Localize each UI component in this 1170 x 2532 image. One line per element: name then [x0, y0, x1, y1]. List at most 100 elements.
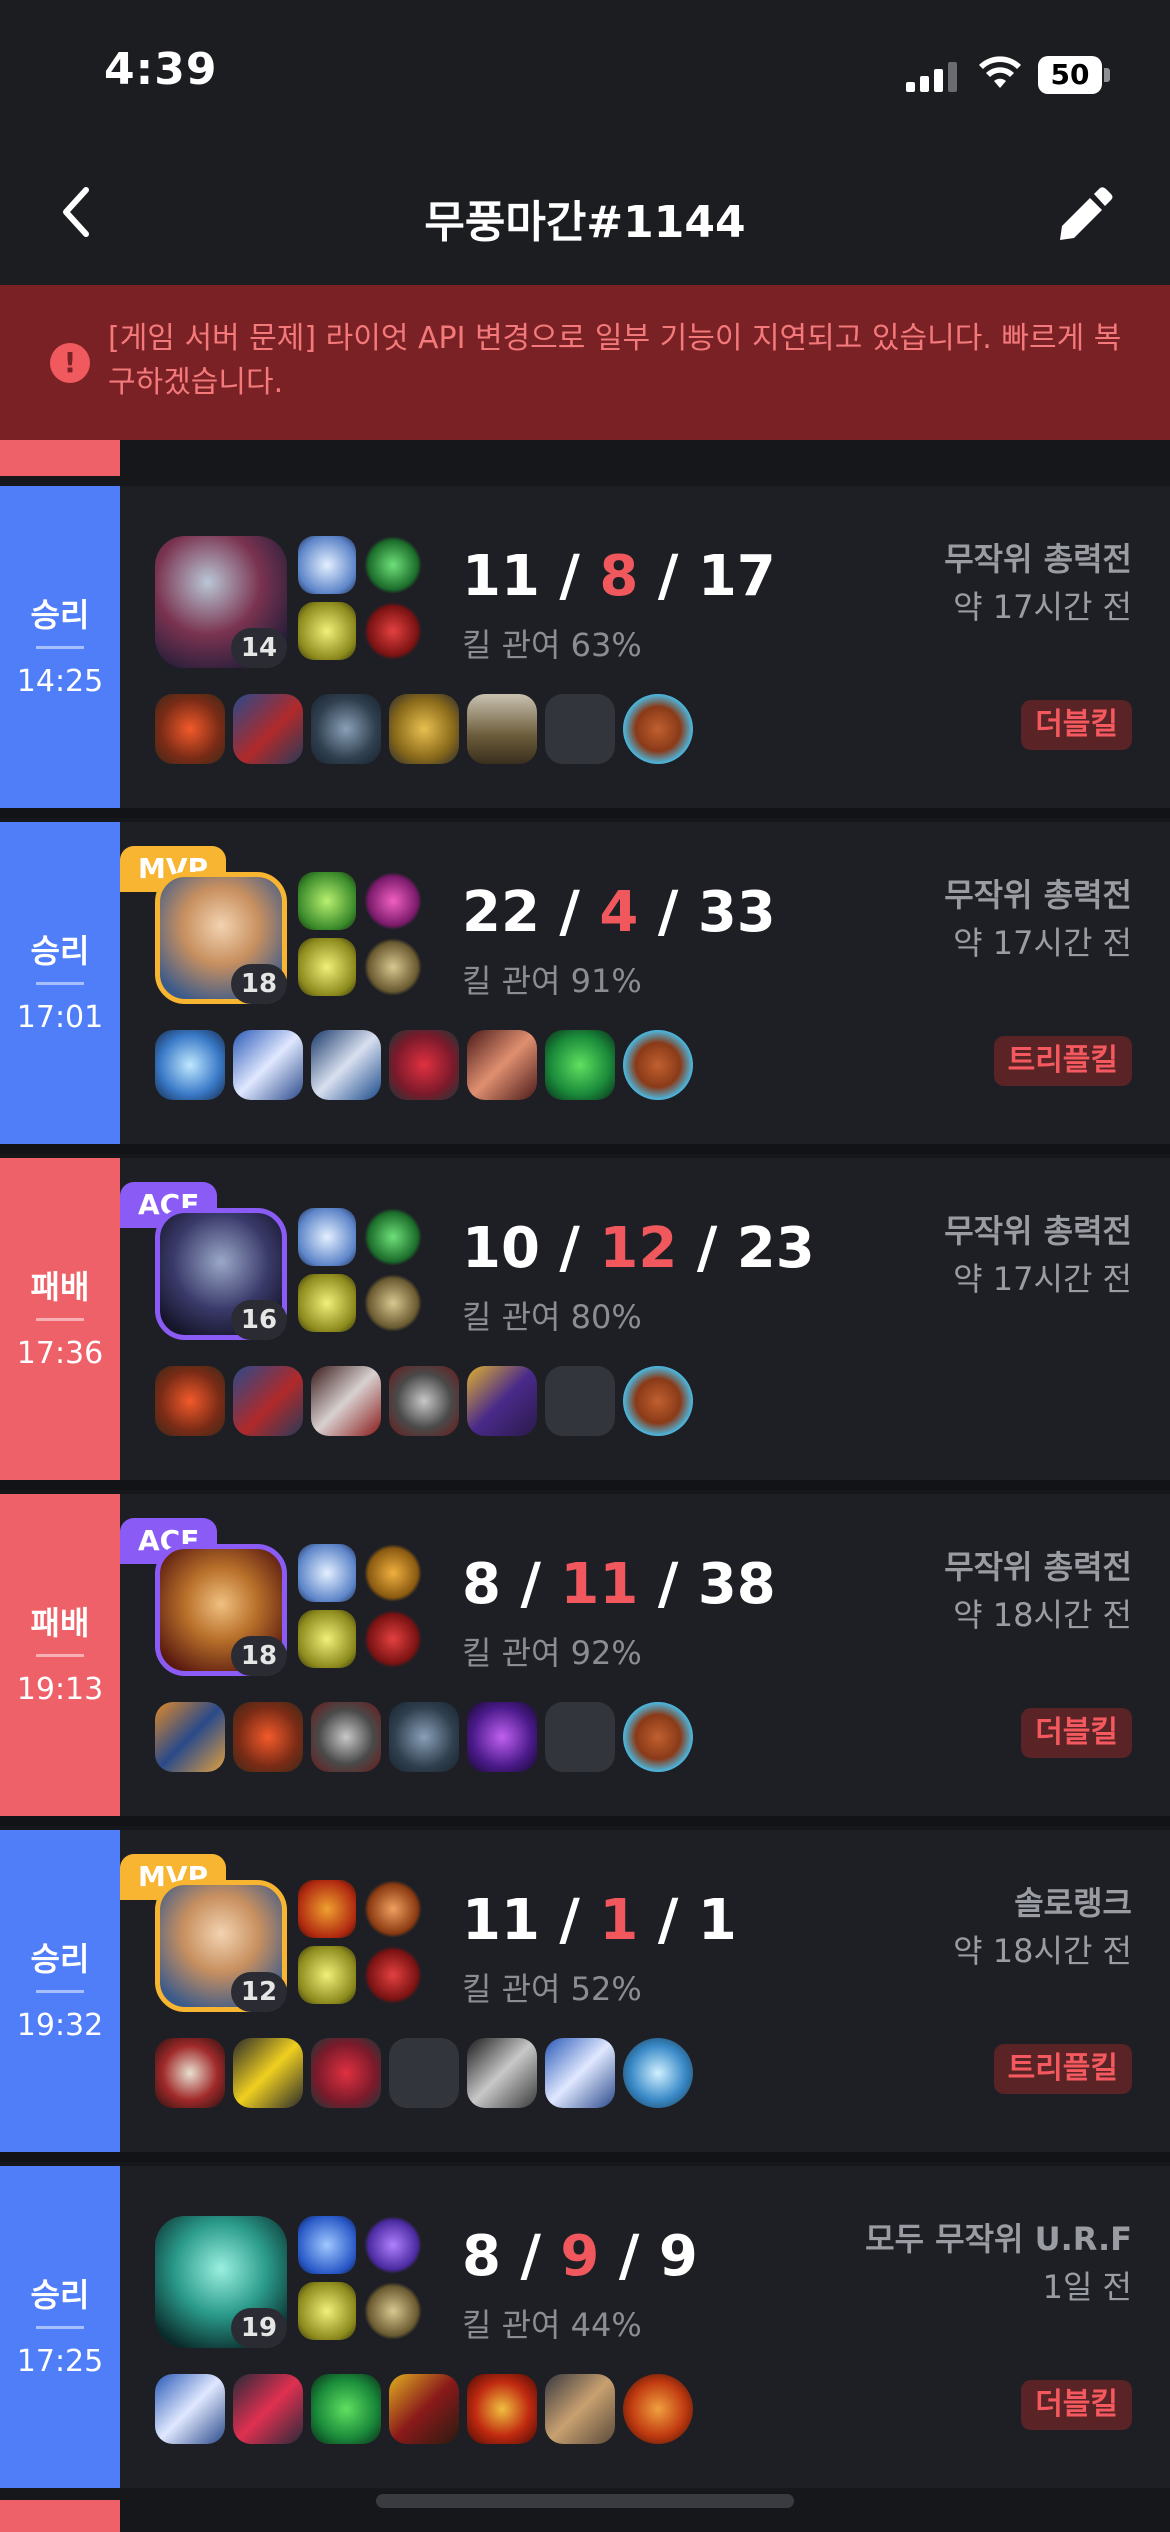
secondary-rune-icon [364, 938, 422, 996]
champion-level: 18 [231, 1636, 287, 1676]
deaths: 11 [560, 1552, 639, 1617]
item-icon[interactable] [311, 694, 381, 764]
empty-item-slot [545, 1702, 615, 1772]
item-icon[interactable] [311, 1030, 381, 1100]
edit-button[interactable] [1052, 186, 1114, 248]
game-mode: 무작위 총력전 [944, 1548, 1132, 1586]
time-ago: 약 17시간 전 [953, 588, 1132, 626]
primary-rune-icon [364, 1880, 422, 1938]
previous-card-edge [0, 440, 120, 476]
summoner-spell-icon [298, 1880, 356, 1938]
kills: 8 [462, 1552, 501, 1617]
match-card[interactable]: 승리 19:32 MVP 12 11 / 1 / 1 킬 관여 52% 솔로랭크… [0, 1830, 1170, 2152]
game-duration: 19:13 [16, 1672, 104, 1707]
item-icon[interactable] [155, 2374, 225, 2444]
result-label: 승리 [30, 2276, 90, 2314]
item-icon[interactable] [545, 2374, 615, 2444]
result-strip: 승리 17:25 [0, 2166, 120, 2488]
item-icon[interactable] [311, 2038, 381, 2108]
item-icon[interactable] [233, 694, 303, 764]
match-card[interactable]: 승리 14:25 14 11 / 8 / 17 킬 관여 63% 무작위 총력전… [0, 486, 1170, 808]
kill-participation: 킬 관여 63% [462, 626, 642, 664]
item-icon[interactable] [233, 1366, 303, 1436]
game-mode: 모두 무작위 U.R.F [865, 2220, 1132, 2258]
assists: 38 [697, 1552, 776, 1617]
game-duration: 17:01 [16, 1000, 104, 1035]
item-icon[interactable] [233, 2038, 303, 2108]
item-icon[interactable] [311, 1702, 381, 1772]
kda-score: 11 / 8 / 17 [462, 544, 776, 609]
item-icon[interactable] [233, 1030, 303, 1100]
multikill-badge: 트리플킬 [993, 1036, 1132, 1086]
champion-level: 16 [231, 1300, 287, 1340]
next-card-edge [0, 2500, 120, 2532]
champion-portrait[interactable]: 19 [155, 2216, 287, 2348]
item-icon[interactable] [155, 2038, 225, 2108]
page-title: 무풍마간#1144 [424, 197, 746, 248]
trinket-icon[interactable] [623, 1030, 693, 1100]
trinket-icon[interactable] [623, 694, 693, 764]
item-icon[interactable] [233, 1702, 303, 1772]
item-icon[interactable] [467, 1366, 537, 1436]
trinket-icon[interactable] [623, 2374, 693, 2444]
summoner-spell-icon [298, 938, 356, 996]
item-icon[interactable] [389, 1366, 459, 1436]
champion-portrait[interactable]: 14 [155, 536, 287, 668]
item-icon[interactable] [311, 2374, 381, 2444]
kills: 8 [462, 2224, 501, 2289]
item-icon[interactable] [389, 2374, 459, 2444]
champion-level: 12 [231, 1972, 287, 2012]
kills: 11 [462, 544, 540, 609]
item-icon[interactable] [389, 1030, 459, 1100]
trinket-icon[interactable] [623, 2038, 693, 2108]
item-icon[interactable] [545, 2038, 615, 2108]
item-icon[interactable] [467, 2374, 537, 2444]
match-card[interactable]: 패배 17:36 ACE 16 10 / 12 / 23 킬 관여 80% 무작… [0, 1158, 1170, 1480]
item-icon[interactable] [155, 1702, 225, 1772]
multikill-badge: 더블킬 [1021, 700, 1132, 750]
summoner-spell-icon [298, 1610, 356, 1668]
champion-portrait[interactable]: 18 [155, 872, 287, 1004]
item-icon[interactable] [311, 1366, 381, 1436]
item-icon[interactable] [155, 1366, 225, 1436]
item-icon[interactable] [233, 2374, 303, 2444]
result-strip: 패배 19:13 [0, 1494, 120, 1816]
item-icon[interactable] [545, 1030, 615, 1100]
trinket-icon[interactable] [623, 1366, 693, 1436]
game-mode: 무작위 총력전 [944, 1212, 1132, 1250]
result-strip: 패배 17:36 [0, 1158, 120, 1480]
trinket-icon[interactable] [623, 1702, 693, 1772]
primary-rune-icon [364, 1208, 422, 1266]
result-label: 패배 [30, 1268, 90, 1306]
item-icon[interactable] [155, 1030, 225, 1100]
kda-score: 22 / 4 / 33 [462, 880, 776, 945]
champion-portrait[interactable]: 16 [155, 1208, 287, 1340]
champion-portrait[interactable]: 12 [155, 1880, 287, 2012]
item-icon[interactable] [389, 694, 459, 764]
multikill-badge: 더블킬 [1021, 2380, 1132, 2430]
kda-score: 11 / 1 / 1 [462, 1888, 737, 1953]
kill-participation: 킬 관여 52% [462, 1970, 642, 2008]
game-duration: 17:25 [16, 2344, 104, 2379]
item-icon[interactable] [467, 694, 537, 764]
secondary-rune-icon [364, 2282, 422, 2340]
kda-score: 10 / 12 / 23 [462, 1216, 815, 1281]
game-mode: 무작위 총력전 [944, 540, 1132, 578]
item-icon[interactable] [389, 1702, 459, 1772]
deaths: 1 [599, 1888, 639, 1953]
item-icon[interactable] [467, 1702, 537, 1772]
wifi-icon [979, 56, 1021, 88]
game-mode: 무작위 총력전 [944, 876, 1132, 914]
match-card[interactable]: 승리 17:25 19 8 / 9 / 9 킬 관여 44% 모두 무작위 U.… [0, 2166, 1170, 2488]
item-icon[interactable] [467, 2038, 537, 2108]
primary-rune-icon [364, 536, 422, 594]
item-icon[interactable] [467, 1030, 537, 1100]
champion-portrait[interactable]: 18 [155, 1544, 287, 1676]
kill-participation: 킬 관여 91% [462, 962, 642, 1000]
match-card[interactable]: 승리 17:01 MVP 18 22 / 4 / 33 킬 관여 91% 무작위… [0, 822, 1170, 1144]
summoner-spell-icon [298, 872, 356, 930]
assists: 23 [736, 1216, 815, 1281]
item-icon[interactable] [155, 694, 225, 764]
match-card[interactable]: 패배 19:13 ACE 18 8 / 11 / 38 킬 관여 92% 무작위… [0, 1494, 1170, 1816]
multikill-badge: 트리플킬 [993, 2044, 1132, 2094]
